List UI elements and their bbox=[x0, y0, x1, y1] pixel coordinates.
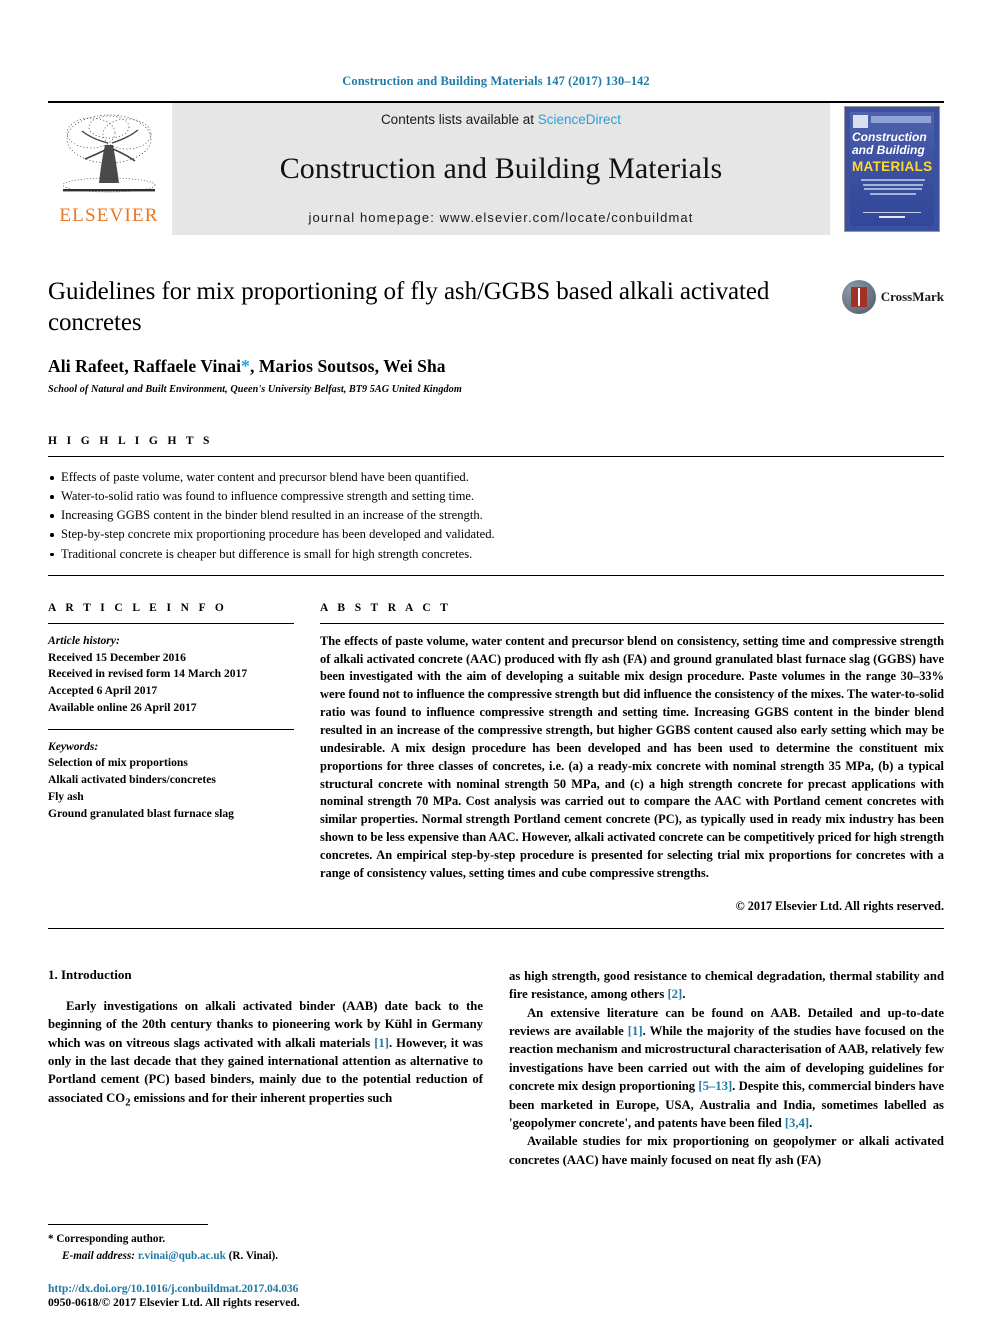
cover-title-line3: MATERIALS bbox=[852, 159, 933, 174]
footnote-rule bbox=[48, 1224, 208, 1226]
abstract-section-rule-bottom bbox=[48, 927, 944, 929]
cover-footer-lines bbox=[863, 211, 921, 221]
title-left: Guidelines for mix proportioning of fly … bbox=[48, 277, 842, 395]
email-link[interactable]: r.vinai@qub.ac.uk bbox=[138, 1250, 226, 1262]
citation-ref-1[interactable]: [1] bbox=[374, 1036, 389, 1050]
authors-first: Ali Rafeet, Raffaele Vinai bbox=[48, 356, 242, 376]
info-abstract-section: A R T I C L E I N F O Article history: R… bbox=[48, 602, 944, 914]
history-item: Received 15 December 2016 bbox=[48, 650, 186, 664]
list-item: Increasing GGBS content in the binder bl… bbox=[48, 506, 944, 525]
issn-copyright-line: 0950-0618/© 2017 Elsevier Ltd. All right… bbox=[48, 1296, 300, 1309]
list-item: Water-to-solid ratio was found to influe… bbox=[48, 487, 944, 506]
highlights-list: Effects of paste volume, water content a… bbox=[48, 457, 944, 575]
journal-cover-thumbnail: Construction and Building MATERIALS bbox=[840, 103, 944, 235]
keywords-label: Keywords: bbox=[48, 739, 99, 753]
cover-image: Construction and Building MATERIALS bbox=[844, 106, 940, 232]
keyword-item: Fly ash bbox=[48, 790, 84, 804]
list-item: Step-by-step concrete mix proportioning … bbox=[48, 525, 944, 544]
right-text-a: as high strength, good resistance to che… bbox=[509, 968, 944, 1002]
body-column-left: 1. Introduction Early investigations on … bbox=[48, 967, 483, 1169]
abstract-text: The effects of paste volume, water conte… bbox=[320, 633, 944, 880]
doi-link[interactable]: http://dx.doi.org/10.1016/j.conbuildmat.… bbox=[48, 1282, 488, 1295]
keyword-item: Ground granulated blast furnace slag bbox=[48, 806, 234, 820]
journal-masthead: ELSEVIER Contents lists available at Sci… bbox=[48, 101, 944, 235]
journal-banner: Contents lists available at ScienceDirec… bbox=[172, 103, 830, 235]
intro-paragraph-right-3: Available studies for mix proportioning … bbox=[509, 1134, 944, 1167]
crossmark-icon bbox=[841, 280, 876, 314]
title-block: Guidelines for mix proportioning of fly … bbox=[48, 277, 944, 395]
running-head: Construction and Building Materials 147 … bbox=[342, 74, 650, 88]
right-text-b: . bbox=[682, 987, 686, 1002]
sciencedirect-link[interactable]: ScienceDirect bbox=[538, 112, 621, 127]
body-columns: 1. Introduction Early investigations on … bbox=[48, 967, 944, 1169]
highlights-rule-bottom bbox=[48, 574, 944, 576]
abstract-column: A B S T R A C T The effects of paste vol… bbox=[320, 602, 944, 914]
keywords-group: Keywords: Selection of mix proportions A… bbox=[48, 730, 294, 823]
crossmark-label: CrossMark bbox=[880, 289, 944, 304]
elsevier-wordmark: ELSEVIER bbox=[59, 205, 159, 226]
article-history-label: Article history: bbox=[48, 633, 120, 647]
article-info-heading: A R T I C L E I N F O bbox=[48, 601, 228, 614]
corresponding-author-label: Corresponding author. bbox=[56, 1233, 166, 1246]
cover-elsevier-mark-icon bbox=[853, 115, 868, 128]
list-item: Effects of paste volume, water content a… bbox=[48, 468, 944, 487]
crossmark-book-icon bbox=[850, 287, 867, 307]
cover-blurb-lines bbox=[861, 179, 925, 205]
citation-ref-1b[interactable]: [1] bbox=[628, 1024, 643, 1038]
history-item: Available online 26 April 2017 bbox=[48, 700, 197, 714]
cover-top-bar bbox=[871, 116, 931, 123]
authors-rest: , Marios Soutsos, Wei Sha bbox=[249, 356, 446, 376]
cover-title-line2: and Building bbox=[852, 143, 925, 157]
elsevier-logo: ELSEVIER bbox=[48, 103, 170, 235]
body-column-right: as high strength, good resistance to che… bbox=[509, 967, 944, 1169]
contents-prefix: Contents lists available at bbox=[380, 112, 538, 127]
page-footer: http://dx.doi.org/10.1016/j.conbuildmat.… bbox=[48, 1282, 488, 1309]
keyword-item: Selection of mix proportions bbox=[48, 756, 188, 770]
corresponding-author-note: * Corresponding author. bbox=[48, 1231, 488, 1248]
history-item: Received in revised form 14 March 2017 bbox=[48, 667, 248, 681]
email-owner: (R. Vinai). bbox=[228, 1250, 279, 1263]
article-info-column: A R T I C L E I N F O Article history: R… bbox=[48, 602, 320, 823]
crossmark-badge[interactable]: CrossMark bbox=[841, 280, 944, 314]
intro-text-c: emissions and for their inherent propert… bbox=[130, 1090, 393, 1105]
abstract-heading: A B S T R A C T bbox=[320, 601, 452, 614]
intro-paragraph-right-1: as high strength, good resistance to che… bbox=[509, 967, 944, 1004]
elsevier-tree-icon bbox=[62, 114, 156, 193]
highlights-section: H I G H L I G H T S Effects of paste vol… bbox=[48, 435, 944, 576]
citation-ref-2[interactable]: [2] bbox=[667, 987, 682, 1001]
citation-ref-3-4[interactable]: [3,4] bbox=[785, 1116, 809, 1130]
email-address-label: E-mail address: bbox=[62, 1250, 136, 1263]
section-heading-introduction: 1. Introduction bbox=[48, 966, 132, 982]
footnote-text: * Corresponding author. E-mail address: … bbox=[48, 1231, 488, 1265]
right2-text-d: . bbox=[809, 1115, 813, 1130]
journal-title: Construction and Building Materials bbox=[279, 151, 723, 185]
page-title: Guidelines for mix proportioning of fly … bbox=[48, 278, 770, 336]
affiliation: School of Natural and Built Environment,… bbox=[48, 384, 462, 395]
article-page: Construction and Building Materials 147 … bbox=[0, 0, 992, 1323]
cover-title-line1: Construction bbox=[852, 130, 927, 144]
corresponding-author-marker: * bbox=[241, 356, 250, 376]
list-item: Traditional concrete is cheaper but diff… bbox=[48, 545, 944, 564]
highlights-heading: H I G H L I G H T S bbox=[48, 435, 213, 447]
author-list: Ali Rafeet, Raffaele Vinai*, Marios Sout… bbox=[48, 356, 828, 377]
intro-paragraph-left: Early investigations on alkali activated… bbox=[48, 997, 483, 1111]
keyword-item: Alkali activated binders/concretes bbox=[48, 773, 216, 787]
contents-list-line: Contents lists available at ScienceDirec… bbox=[381, 112, 621, 127]
footnote-block: * Corresponding author. E-mail address: … bbox=[48, 1224, 488, 1265]
footnote-marker: * bbox=[48, 1233, 54, 1246]
citation-ref-5-13[interactable]: [5–13] bbox=[698, 1079, 732, 1093]
journal-homepage-link[interactable]: journal homepage: www.elsevier.com/locat… bbox=[309, 210, 694, 225]
history-item: Accepted 6 April 2017 bbox=[48, 684, 158, 698]
abstract-copyright: © 2017 Elsevier Ltd. All rights reserved… bbox=[735, 898, 944, 913]
email-note: E-mail address: r.vinai@qub.ac.uk (R. Vi… bbox=[48, 1248, 488, 1265]
article-history-group: Article history: Received 15 December 20… bbox=[48, 624, 294, 717]
intro-paragraph-right-2: An extensive literature can be found on … bbox=[509, 1004, 944, 1133]
